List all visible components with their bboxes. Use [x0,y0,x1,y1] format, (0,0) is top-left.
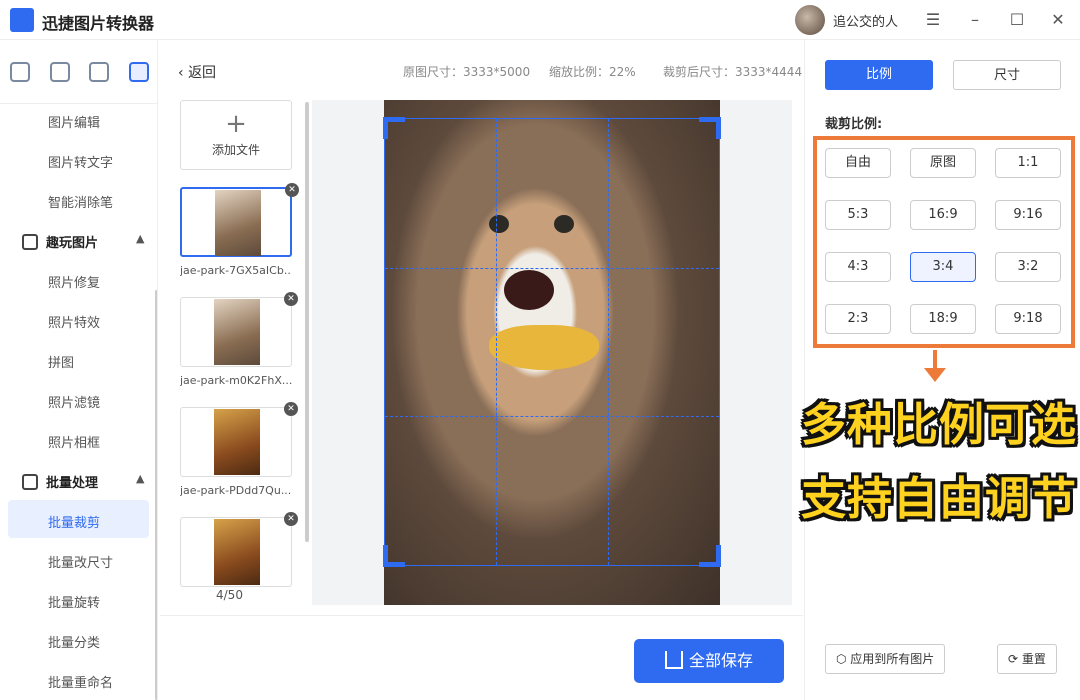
download-icon [664,651,683,669]
ratio-button[interactable]: 16:9 [910,200,976,230]
bottom-bar: 全部保存 [160,615,803,700]
canvas-area [312,100,792,605]
batch-icon[interactable] [129,62,149,82]
remove-icon[interactable]: ✕ [284,512,298,526]
file-name: jae-park-m0K2FhX... [180,374,292,387]
remove-icon[interactable]: ✕ [284,292,298,306]
username[interactable]: 追公交的人 [833,11,898,30]
remove-icon[interactable]: ✕ [284,402,298,416]
file-name: jae-park-PDdd7Qu... [180,484,292,497]
sidebar-group-batch[interactable]: 批量处理 ▲ [22,472,144,491]
app-title: 迅捷图片转换器 [42,14,155,33]
settings-panel: 比例 尺寸 裁剪比例: 自由 原图 1:1 5:3 16:9 9:16 4:3 … [801,40,1080,700]
thumbnail-image [214,409,260,475]
menu-icon[interactable]: ☰ [921,8,945,32]
crop-handle[interactable] [383,117,405,139]
minimize-icon[interactable]: – [963,8,987,32]
ratio-button[interactable]: 18:9 [910,304,976,334]
sidebar-item-collage[interactable]: 拼图 [48,352,74,371]
file-thumb[interactable]: ✕ [180,183,299,257]
crop-grid-line [385,267,719,269]
sidebar-scrollbar[interactable] [155,290,157,700]
convert-icon[interactable] [10,62,30,82]
back-button[interactable]: ‹ 返回 [178,62,216,82]
ratio-button[interactable]: 3:2 [995,252,1061,282]
sidebar-item-batch-resize[interactable]: 批量改尺寸 [48,552,113,571]
avatar[interactable] [795,5,825,35]
file-list-scrollbar[interactable] [305,102,309,542]
sidebar: 图片编辑 图片转文字 智能消除笔 趣玩图片 ▲ 照片修复 照片特效 拼图 照片滤… [0,40,158,700]
title-bar: 迅捷图片转换器 追公交的人 ☰ – ☐ ✕ [0,0,1080,40]
sidebar-item-frames[interactable]: 照片相框 [48,432,100,451]
sidebar-item-photo-repair[interactable]: 照片修复 [48,272,100,291]
tab-size[interactable]: 尺寸 [953,60,1061,90]
crop-handle[interactable] [383,545,405,567]
image-icon[interactable] [89,62,109,82]
crop-grid-line [385,416,719,418]
ratio-button[interactable]: 1:1 [995,148,1061,178]
file-name: jae-park-7GX5aICb... [180,264,292,277]
ratio-button[interactable]: 5:3 [825,200,891,230]
crop-frame[interactable] [383,117,721,567]
thumbnail-image [214,519,260,585]
batch-process-icon [22,474,38,490]
file-thumb[interactable]: ✕ [180,292,298,367]
ratio-button-selected[interactable]: 3:4 [910,252,976,282]
ratio-button[interactable]: 9:18 [995,304,1061,334]
sidebar-item-filters[interactable]: 照片滤镜 [48,392,100,411]
ratio-button[interactable]: 4:3 [825,252,891,282]
promo-line: 支持自由调节 [800,472,1077,525]
arrow-head [924,368,946,382]
editor-topbar: ‹ 返回 原图尺寸：3333*5000 缩放比例：22% 裁剪后尺寸：3333*… [160,50,803,90]
file-list: + 添加文件 ✕ jae-park-7GX5aICb... ✕ jae-park… [160,90,310,610]
ratio-button[interactable]: 9:16 [995,200,1061,230]
crop-handle[interactable] [699,545,721,567]
add-file-button[interactable]: + 添加文件 [180,100,292,170]
crop-grid-line [496,119,498,565]
chevron-up-icon: ▲ [136,232,145,245]
reset-button[interactable]: ⟳ 重置 [997,644,1057,674]
remove-icon[interactable]: ✕ [285,183,299,197]
zoom-level: 缩放比例：22% [549,65,636,79]
tab-ratio[interactable]: 比例 [825,60,933,90]
ratio-highlight-box: 自由 原图 1:1 5:3 16:9 9:16 4:3 3:4 3:2 2:3 … [813,136,1075,348]
promo-line: 多种比例可选 [800,398,1077,451]
maximize-icon[interactable]: ☐ [1005,8,1029,32]
crop-icon[interactable] [50,62,70,82]
original-size: 原图尺寸：3333*5000 [403,65,531,79]
ratio-button[interactable]: 原图 [910,148,976,178]
file-counter: 4/50 [216,588,243,602]
sidebar-group-fun[interactable]: 趣玩图片 ▲ [22,232,144,251]
app-logo-icon [10,8,34,32]
sidebar-item-batch-crop[interactable]: 批量裁剪 [48,512,100,531]
sidebar-item-photo-effects[interactable]: 照片特效 [48,312,100,331]
thumbnail-image [214,299,260,365]
file-thumb[interactable]: ✕ [180,512,298,587]
crop-grid-line [607,119,609,565]
sidebar-item-batch-rename[interactable]: 批量重命名 [48,672,113,691]
save-all-button[interactable]: 全部保存 [634,639,784,683]
sidebar-item-image-edit[interactable]: 图片编辑 [48,112,100,131]
sidebar-item-batch-rotate[interactable]: 批量旋转 [48,592,100,611]
sidebar-tabs [0,40,157,104]
chevron-up-icon: ▲ [136,472,145,485]
sidebar-item-image-to-text[interactable]: 图片转文字 [48,152,113,171]
sidebar-item-batch-classify[interactable]: 批量分类 [48,632,100,651]
close-icon[interactable]: ✕ [1046,8,1070,32]
ratio-button[interactable]: 自由 [825,148,891,178]
plus-icon: + [225,109,247,139]
apply-all-button[interactable]: ⬡ 应用到所有图片 [825,644,946,674]
crop-ratio-label: 裁剪比例: [825,117,883,132]
cropped-size: 裁剪后尺寸：3333*4444 [663,65,803,79]
crop-handle[interactable] [699,117,721,139]
ratio-button[interactable]: 2:3 [825,304,891,334]
fun-image-icon [22,234,38,250]
file-thumb[interactable]: ✕ [180,402,298,477]
sidebar-item-smart-eraser[interactable]: 智能消除笔 [48,192,113,211]
thumbnail-image [215,190,261,256]
